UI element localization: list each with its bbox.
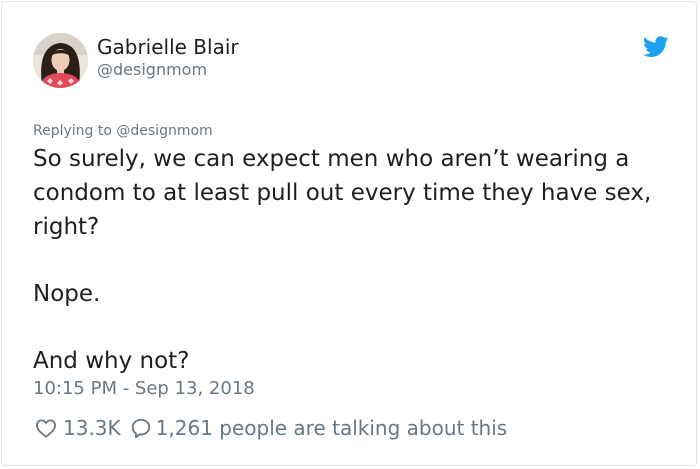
tweet-paragraph: So surely, we can expect men who aren’t … — [33, 146, 652, 240]
tweet-text: So surely, we can expect men who aren’t … — [33, 142, 673, 378]
conversation-link[interactable]: 1,261 people are talking about this — [130, 416, 508, 440]
like-button[interactable]: 13.3K — [35, 416, 130, 440]
tweet-timestamp[interactable]: 10:15 PM - Sep 13, 2018 — [33, 377, 255, 401]
author-handle[interactable]: @designmom — [97, 60, 207, 80]
reply-prefix: Replying to — [33, 123, 112, 139]
heart-icon — [35, 419, 57, 438]
reply-context: Replying to @designmom — [33, 122, 213, 140]
speech-bubble-icon — [131, 418, 150, 439]
twitter-bird-icon[interactable] — [643, 36, 669, 58]
tweet-paragraph: And why not? — [33, 348, 190, 374]
reply-target-link[interactable]: @designmom — [116, 123, 212, 139]
avatar[interactable] — [33, 33, 88, 88]
tweet-paragraph: Nope. — [33, 281, 101, 307]
tweet-actions: 13.3K 1,261 people are talking about thi… — [35, 413, 507, 443]
conversation-count-text: 1,261 people are talking about this — [155, 416, 508, 440]
author-name[interactable]: Gabrielle Blair — [97, 34, 239, 60]
tweet-card: Gabrielle Blair @designmom Replying to @… — [1, 1, 697, 466]
like-count: 13.3K — [63, 416, 121, 440]
avatar-image — [33, 33, 88, 88]
